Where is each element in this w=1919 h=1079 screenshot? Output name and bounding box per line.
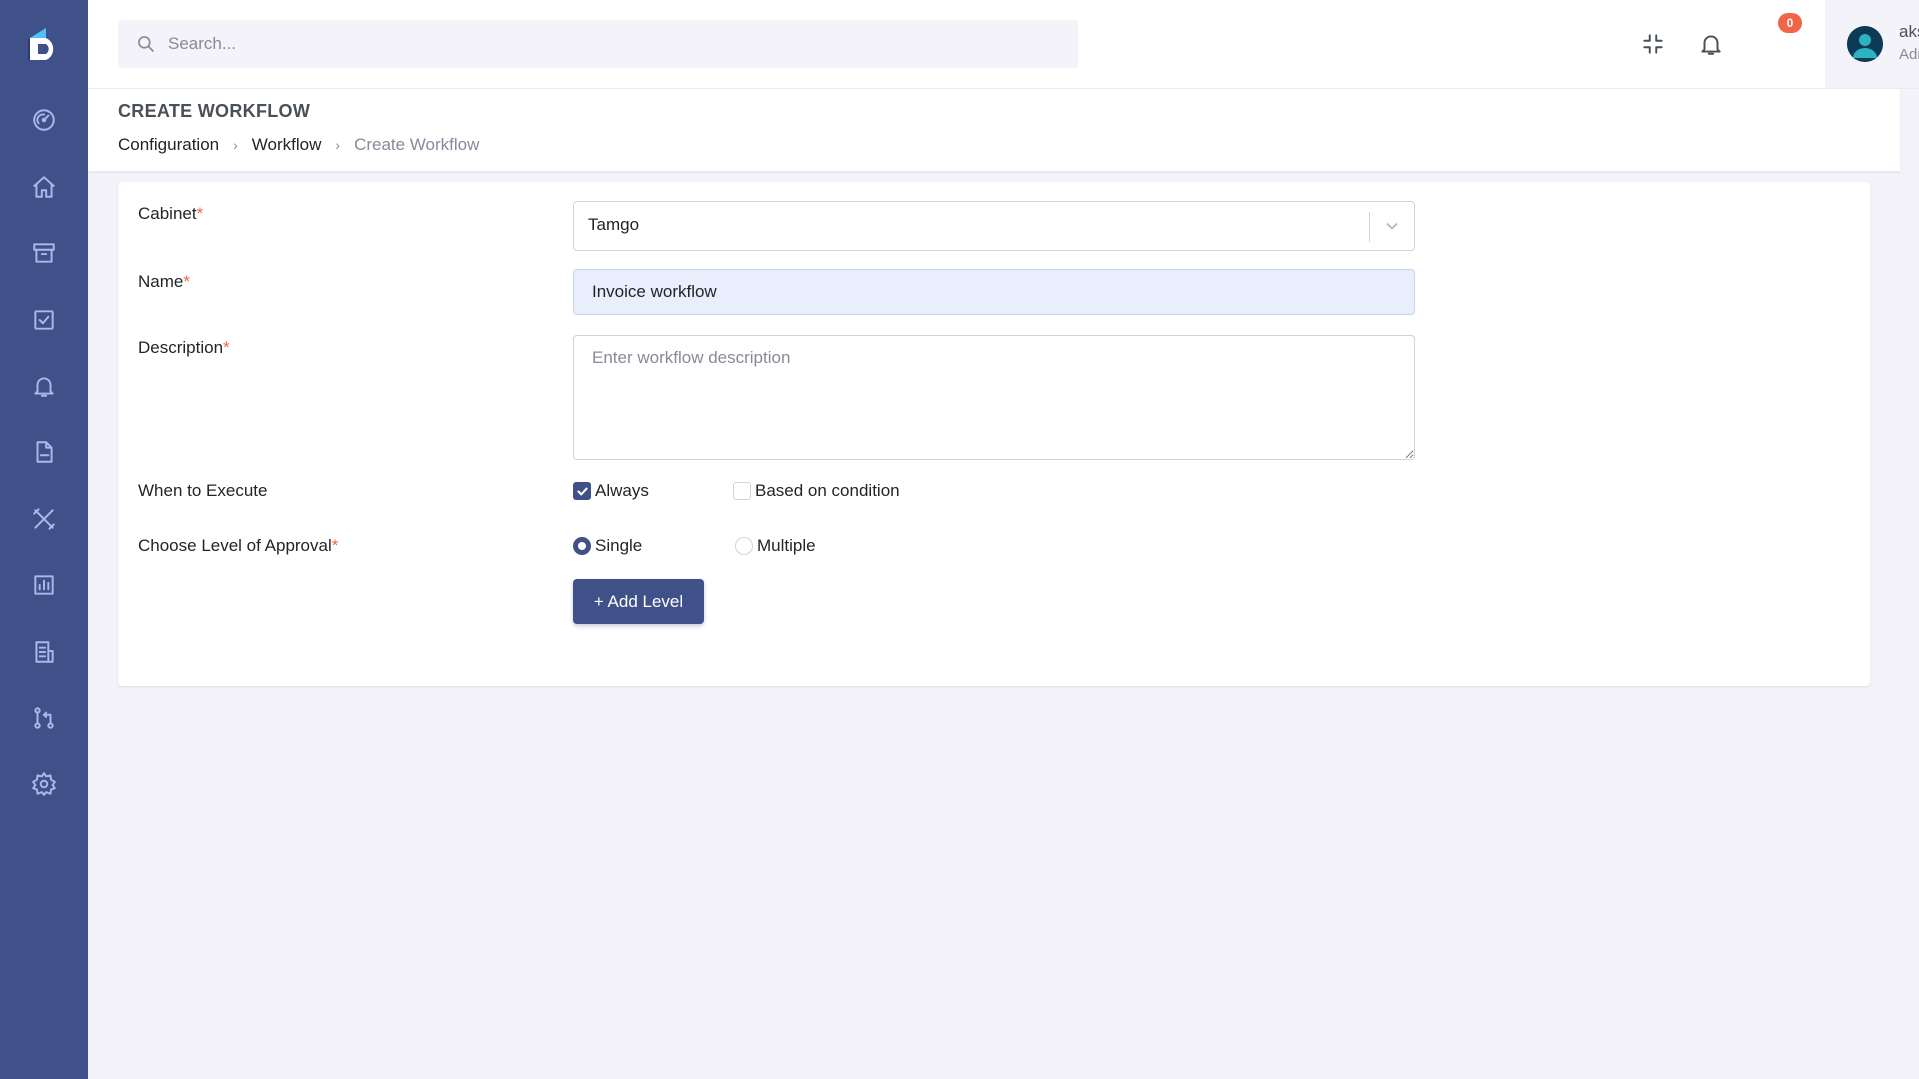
breadcrumb-create-workflow: Create Workflow [354,135,480,154]
always-checkbox-option[interactable]: Always [573,481,649,501]
compress-icon [1643,34,1663,54]
avatar [1847,26,1883,62]
sidebar-item-report-list[interactable] [24,632,64,672]
when-to-execute-label: When to Execute [138,481,268,500]
bell-icon [34,377,54,397]
search-icon [136,34,156,54]
search-input[interactable] [118,20,1078,68]
user-menu[interactable]: akshith Admin [1825,0,1919,88]
single-label: Single [595,536,643,555]
cabinet-selected-value: Tamgo [588,215,640,234]
add-level-button[interactable]: + Add Level [573,579,704,624]
always-label: Always [595,481,649,500]
bar-chart-icon [34,575,54,595]
single-radio-option[interactable]: Single [573,536,642,556]
sidebar-item-home[interactable] [24,167,64,207]
sidebar-item-tools[interactable] [24,499,64,539]
sidebar-item-reports-chart[interactable] [24,565,64,605]
app-logo[interactable] [26,26,62,62]
based-on-condition-checkbox-option[interactable]: Based on condition [733,481,900,501]
tools-icon [33,508,55,530]
page-title: CREATE WORKFLOW [118,101,311,121]
user-name: akshith [1899,22,1919,41]
sidebar-item-dashboard[interactable] [24,100,64,140]
notifications-button[interactable] [1691,24,1731,64]
sidebar-item-documents[interactable] [24,432,64,472]
single-radio[interactable] [573,537,591,555]
check-icon [576,487,588,495]
breadcrumb-workflow[interactable]: Workflow [252,135,322,155]
notification-count-badge: 0 [1778,13,1802,33]
name-label: Name* [138,272,190,291]
sidebar-item-workflow[interactable] [24,698,64,738]
archive-icon [33,243,55,263]
description-label: Description* [138,338,230,357]
name-input[interactable] [573,269,1415,315]
dashboard-gauge-icon [33,109,55,131]
breadcrumb-separator: › [233,137,238,153]
multiple-radio-option[interactable]: Multiple [735,536,816,556]
sidebar-item-archive[interactable] [24,233,64,273]
report-icon [35,641,54,663]
settings-gear-icon [32,772,56,796]
multiple-label: Multiple [757,536,816,555]
sidebar-item-notifications[interactable] [24,366,64,406]
breadcrumb: Configuration › Workflow › Create Workfl… [118,135,479,155]
chevron-down-icon [1382,216,1402,236]
workflow-form-card: Cabinet* Tamgo Name* Description* When t… [118,182,1870,686]
based-on-condition-label: Based on condition [755,481,900,500]
based-on-condition-checkbox[interactable] [733,482,751,500]
always-checkbox[interactable] [573,482,591,500]
breadcrumb-configuration[interactable]: Configuration [118,135,219,155]
select-divider [1369,212,1370,242]
sidebar-item-tasks[interactable] [24,300,64,340]
topbar: 0 akshith Admin [88,0,1919,89]
page-title-bar: CREATE WORKFLOW Configuration › Workflow… [88,89,1900,172]
multiple-radio[interactable] [735,537,753,555]
cabinet-label: Cabinet* [138,204,204,223]
home-icon [33,176,55,198]
sidebar [0,0,88,1079]
description-textarea[interactable] [573,335,1415,460]
workflow-icon [34,707,54,729]
bell-icon [1701,35,1721,55]
user-role: Admin [1899,46,1919,63]
breadcrumb-separator: › [335,137,341,153]
fullscreen-exit-button[interactable] [1633,24,1673,64]
task-checkbox-icon [34,310,54,330]
sidebar-item-settings[interactable] [24,764,64,804]
search-bar [118,20,1078,68]
cabinet-select[interactable]: Tamgo [573,201,1415,251]
pdf-file-icon [36,441,53,463]
approval-level-label: Choose Level of Approval* [138,536,339,555]
